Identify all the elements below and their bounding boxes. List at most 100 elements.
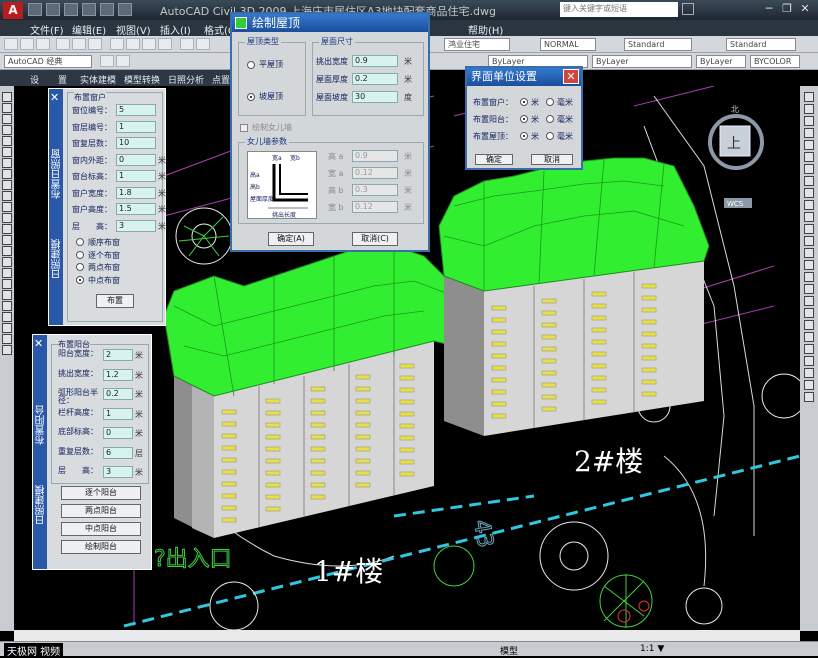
layer-combo[interactable]: 鸿业住宅: [444, 38, 510, 51]
modify-tool-icon[interactable]: [804, 188, 814, 198]
draw-tool-icon[interactable]: [2, 246, 12, 256]
menu-view[interactable]: 视图(V): [116, 22, 151, 37]
parapet-field-input[interactable]: 0.9: [352, 150, 398, 162]
cut-icon[interactable]: [110, 38, 124, 50]
draw-tool-icon[interactable]: [2, 279, 12, 289]
draw-tool-icon[interactable]: [2, 158, 12, 168]
modify-tool-icon[interactable]: [804, 344, 814, 354]
roof-size-input[interactable]: 0.9: [352, 55, 398, 67]
draw-tool-icon[interactable]: [2, 213, 12, 223]
parapet-checkbox[interactable]: [240, 124, 248, 132]
modify-tool-icon[interactable]: [804, 236, 814, 246]
restore-icon[interactable]: ❐: [780, 2, 794, 16]
building-2[interactable]: [438, 157, 710, 436]
draw-tool-icon[interactable]: [2, 202, 12, 212]
pitched-roof-radio[interactable]: [247, 93, 255, 101]
draw-tool-icon[interactable]: [2, 125, 12, 135]
window-field-input[interactable]: 10: [116, 137, 156, 149]
units-mm-radio[interactable]: [546, 132, 554, 140]
roof-size-input[interactable]: 30: [352, 91, 398, 103]
window-field-input[interactable]: 1.5: [116, 203, 156, 215]
modify-tool-icon[interactable]: [804, 164, 814, 174]
redo-icon[interactable]: [196, 38, 210, 50]
viewcube[interactable]: 上 北 WCS: [708, 105, 764, 208]
units-cancel-button[interactable]: 取消: [531, 154, 573, 165]
modify-tool-icon[interactable]: [804, 296, 814, 306]
search-input[interactable]: 键入关键字或短语: [560, 2, 678, 17]
modify-tool-icon[interactable]: [804, 392, 814, 402]
close-icon[interactable]: ✕: [798, 2, 812, 16]
units-meter-radio[interactable]: [520, 132, 528, 140]
new-icon[interactable]: [4, 38, 18, 50]
balcony-action-button[interactable]: 绘制阳台: [61, 540, 141, 554]
plugin-menu-item[interactable]: 置: [58, 73, 67, 86]
units-mm-radio[interactable]: [546, 98, 554, 106]
modify-tool-icon[interactable]: [804, 332, 814, 342]
balcony-field-input[interactable]: 3: [103, 466, 133, 478]
text-style-combo[interactable]: NORMAL: [540, 38, 596, 51]
draw-tool-icon[interactable]: [2, 136, 12, 146]
menu-edit[interactable]: 编辑(E): [72, 22, 106, 37]
plugin-menu-point[interactable]: 点置: [212, 73, 230, 86]
modify-tool-icon[interactable]: [804, 260, 814, 270]
draw-tool-icon[interactable]: [2, 312, 12, 322]
draw-tool-icon[interactable]: [2, 103, 12, 113]
linetype-select[interactable]: ByLayer: [592, 55, 692, 68]
balcony-field-input[interactable]: 1.2: [103, 368, 133, 381]
modify-tool-icon[interactable]: [804, 140, 814, 150]
balcony-field-input[interactable]: 1: [103, 407, 133, 420]
balcony-field-input[interactable]: 2: [103, 349, 133, 361]
balcony-field-input[interactable]: 6: [103, 446, 133, 459]
draw-tool-icon[interactable]: [2, 290, 12, 300]
roof-ok-button[interactable]: 确定(A): [268, 232, 314, 246]
dim-style-select[interactable]: Standard: [726, 38, 796, 51]
window-field-input[interactable]: 0: [116, 153, 156, 166]
match-properties-icon[interactable]: [158, 38, 172, 50]
close-icon[interactable]: ✕: [50, 91, 59, 104]
draw-tool-icon[interactable]: [2, 301, 12, 311]
window-mode-radio[interactable]: [76, 238, 84, 246]
balcony-field-input[interactable]: 0: [103, 427, 133, 439]
modify-tool-icon[interactable]: [804, 248, 814, 258]
close-icon[interactable]: ✕: [563, 69, 579, 84]
roof-size-input[interactable]: 0.2: [352, 73, 398, 85]
draw-tool-icon[interactable]: [2, 169, 12, 179]
redo-icon[interactable]: [118, 3, 132, 16]
minimize-icon[interactable]: ─: [762, 2, 776, 16]
balcony-action-button[interactable]: 逐个阳台: [61, 486, 141, 500]
plugin-menu-modeling[interactable]: 实体建模: [80, 73, 116, 86]
window-field-input[interactable]: 5: [116, 104, 156, 116]
flat-roof-radio[interactable]: [247, 61, 255, 69]
balcony-field-input[interactable]: 0.2: [103, 388, 133, 400]
draw-tool-icon[interactable]: [2, 268, 12, 278]
modify-tool-icon[interactable]: [804, 356, 814, 366]
plotstyle-select[interactable]: BYCOLOR: [750, 55, 800, 68]
draw-tool-icon[interactable]: [2, 323, 12, 333]
window-field-input[interactable]: 1: [116, 120, 156, 133]
preview-icon[interactable]: [72, 38, 86, 50]
parapet-field-input[interactable]: 0.12: [352, 167, 398, 179]
text-style-select[interactable]: Standard: [624, 38, 692, 51]
modify-tool-icon[interactable]: [804, 320, 814, 330]
undo-icon[interactable]: [180, 38, 194, 50]
paste-icon[interactable]: [142, 38, 156, 50]
draw-tool-icon[interactable]: [2, 334, 12, 344]
window-field-input[interactable]: 1: [116, 170, 156, 182]
layer-manager-icon[interactable]: [100, 55, 114, 67]
draw-tool-icon[interactable]: [2, 257, 12, 267]
modify-tool-icon[interactable]: [804, 176, 814, 186]
save-icon[interactable]: [36, 38, 50, 50]
modify-tool-icon[interactable]: [804, 272, 814, 282]
window-mode-radio[interactable]: [76, 263, 84, 271]
menu-insert[interactable]: 插入(I): [160, 22, 191, 37]
layer-state-icon[interactable]: [116, 55, 130, 67]
plugin-menu-convert[interactable]: 模型转换: [124, 73, 160, 86]
modify-tool-icon[interactable]: [804, 368, 814, 378]
modify-tool-icon[interactable]: [804, 380, 814, 390]
modify-tool-icon[interactable]: [804, 224, 814, 234]
plugin-menu-sunlight[interactable]: 日照分析: [168, 73, 204, 86]
plot-icon[interactable]: [56, 38, 70, 50]
window-field-input[interactable]: 1.8: [116, 186, 156, 199]
units-dialog-titlebar[interactable]: 界面单位设置 ✕: [467, 68, 581, 86]
modify-tool-icon[interactable]: [804, 116, 814, 126]
